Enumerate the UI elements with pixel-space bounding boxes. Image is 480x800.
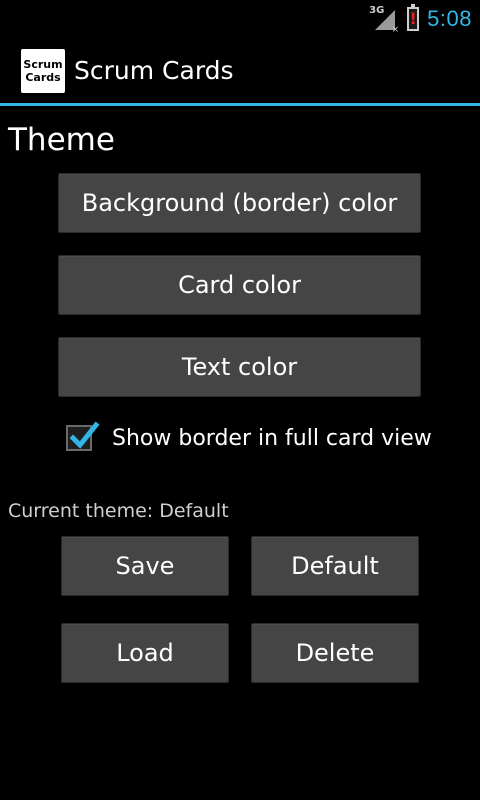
card-color-button[interactable]: Card color	[58, 255, 421, 315]
app-title: Scrum Cards	[74, 56, 234, 85]
text-color-button[interactable]: Text color	[58, 337, 421, 397]
status-clock: 5:08	[427, 6, 472, 31]
network-type-label: 3G	[369, 5, 385, 16]
theme-heading: Theme	[8, 122, 115, 158]
load-button[interactable]: Load	[61, 623, 229, 683]
background-color-button[interactable]: Background (border) color	[58, 173, 421, 233]
save-button[interactable]: Save	[61, 536, 229, 596]
show-border-checkbox[interactable]	[66, 421, 100, 451]
show-border-checkbox-row[interactable]: Show border in full card view	[66, 420, 432, 456]
signal-icon: 3G ×	[369, 5, 400, 35]
battery-alert-mark: !	[409, 9, 417, 28]
checkmark-icon	[70, 421, 100, 449]
current-theme-label: Current theme: Default	[8, 500, 229, 522]
app-logo-line-2: Cards	[25, 70, 61, 84]
app-logo-line-1: Scrum	[23, 57, 63, 71]
delete-button[interactable]: Delete	[251, 623, 419, 683]
no-data-icon: ×	[391, 25, 400, 35]
app-logo-icon[interactable]: Scrum Cards	[21, 48, 65, 93]
default-button[interactable]: Default	[251, 536, 419, 596]
action-bar: Scrum Cards Scrum Cards	[0, 38, 480, 106]
show-border-label: Show border in full card view	[112, 425, 432, 451]
status-icons: 3G × ! 5:08	[369, 0, 472, 38]
battery-alert-icon: !	[407, 4, 420, 31]
status-bar: 3G × ! 5:08	[0, 0, 480, 38]
